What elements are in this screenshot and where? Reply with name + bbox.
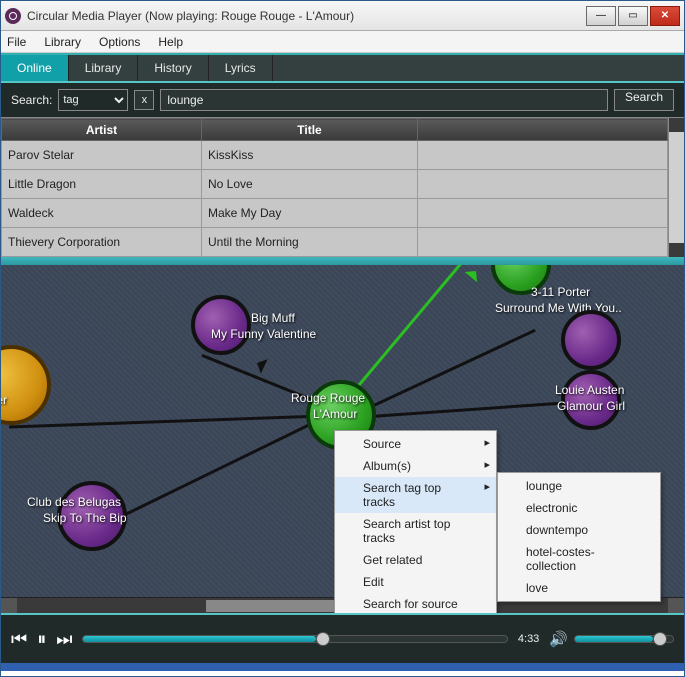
edge bbox=[109, 420, 317, 524]
sub-tag[interactable]: lounge bbox=[498, 475, 660, 497]
graph-node[interactable] bbox=[191, 295, 251, 355]
search-button[interactable]: Search bbox=[614, 89, 674, 111]
node-label: Louie Austen bbox=[555, 383, 624, 397]
col-title[interactable]: Title bbox=[202, 119, 418, 141]
seek-fill bbox=[83, 636, 316, 642]
time-total: 4:33 bbox=[518, 633, 539, 645]
arrowhead-icon bbox=[465, 265, 488, 282]
volume-fill bbox=[575, 636, 653, 642]
tab-lyrics[interactable]: Lyrics bbox=[209, 55, 273, 81]
node-label: Glamour Girl bbox=[557, 399, 625, 413]
titlebar[interactable]: Circular Media Player (Now playing: Roug… bbox=[1, 1, 684, 31]
ctx-edit[interactable]: Edit bbox=[335, 571, 496, 593]
search-mode-select[interactable]: tag bbox=[58, 89, 128, 111]
ctx-search-artist-top[interactable]: Search artist top tracks bbox=[335, 513, 496, 549]
ctx-search-tag-top[interactable]: Search tag top tracks bbox=[335, 477, 496, 513]
speaker-icon[interactable]: 🔊 bbox=[549, 630, 568, 648]
seek-slider[interactable] bbox=[82, 635, 507, 643]
search-row: Search: tag x Search bbox=[1, 83, 684, 117]
graph-node[interactable] bbox=[561, 310, 621, 370]
edge bbox=[362, 329, 535, 412]
sub-tag[interactable]: hotel-costes-collection bbox=[498, 541, 660, 577]
results-table: Artist Title Parov StelarKissKiss Little… bbox=[1, 118, 668, 257]
menu-help[interactable]: Help bbox=[158, 35, 183, 49]
window-title: Circular Media Player (Now playing: Roug… bbox=[27, 9, 586, 23]
bottom-accent bbox=[1, 663, 684, 671]
table-row[interactable]: WaldeckMake My Day bbox=[2, 199, 668, 228]
node-label: Rouge Rouge bbox=[291, 391, 365, 405]
results-table-wrap: Artist Title Parov StelarKissKiss Little… bbox=[1, 117, 684, 257]
tab-bar: Online Library History Lyrics bbox=[1, 53, 684, 83]
menu-library[interactable]: Library bbox=[44, 35, 81, 49]
node-label: My Funny Valentine bbox=[211, 327, 316, 341]
volume-knob[interactable] bbox=[653, 632, 667, 646]
graph-view[interactable]: d loser Big Muff My Funny Valentine 3-11… bbox=[1, 265, 684, 613]
app-window: Circular Media Player (Now playing: Roug… bbox=[0, 0, 685, 677]
table-row[interactable]: Thievery CorporationUntil the Morning bbox=[2, 228, 668, 257]
close-button[interactable]: ✕ bbox=[650, 6, 680, 26]
col-blank bbox=[418, 119, 668, 141]
node-label: Skip To The Bip bbox=[43, 511, 127, 525]
scroll-left-icon[interactable] bbox=[1, 598, 17, 613]
edge bbox=[371, 400, 581, 418]
col-artist[interactable]: Artist bbox=[2, 119, 202, 141]
node-label: Big Muff bbox=[251, 311, 295, 325]
table-row[interactable]: Parov StelarKissKiss bbox=[2, 141, 668, 170]
node-label: Club des Belugas bbox=[27, 495, 121, 509]
node-label: 3-11 Porter bbox=[531, 285, 590, 299]
graph-node[interactable] bbox=[1, 345, 51, 425]
node-label: loser bbox=[1, 393, 7, 407]
scroll-right-icon[interactable] bbox=[668, 598, 684, 613]
node-label: L'Amour bbox=[313, 407, 357, 421]
ctx-get-related[interactable]: Get related bbox=[335, 549, 496, 571]
tab-library[interactable]: Library bbox=[69, 55, 139, 81]
arrowhead-icon bbox=[246, 352, 267, 373]
sub-tag[interactable]: electronic bbox=[498, 497, 660, 519]
pane-divider[interactable] bbox=[1, 257, 684, 265]
search-label: Search: bbox=[11, 93, 52, 107]
volume-slider[interactable] bbox=[574, 635, 674, 643]
window-controls: — ▭ ✕ bbox=[586, 6, 680, 26]
pause-button[interactable]: ⏸ bbox=[37, 629, 46, 650]
search-input[interactable] bbox=[160, 89, 608, 111]
sub-tag[interactable]: downtempo bbox=[498, 519, 660, 541]
context-menu: Source Album(s) Search tag top tracks Se… bbox=[334, 430, 497, 613]
table-row[interactable]: Little DragonNo Love bbox=[2, 170, 668, 199]
sub-tag[interactable]: love bbox=[498, 577, 660, 599]
table-scrollbar[interactable] bbox=[668, 118, 684, 257]
minimize-button[interactable]: — bbox=[586, 6, 616, 26]
tab-history[interactable]: History bbox=[138, 55, 208, 81]
edge bbox=[9, 415, 309, 428]
maximize-button[interactable]: ▭ bbox=[618, 6, 648, 26]
menubar: File Library Options Help bbox=[1, 31, 684, 53]
tab-online[interactable]: Online bbox=[1, 55, 69, 81]
seek-knob[interactable] bbox=[316, 632, 330, 646]
context-submenu: lounge electronic downtempo hotel-costes… bbox=[497, 472, 661, 602]
prev-button[interactable]: ⏮ bbox=[11, 629, 27, 650]
ctx-albums[interactable]: Album(s) bbox=[335, 455, 496, 477]
volume-control: 🔊 bbox=[549, 630, 674, 648]
next-button[interactable]: ⏭ bbox=[56, 629, 72, 650]
player-bar: ⏮ ⏸ ⏭ 4:33 🔊 bbox=[1, 613, 684, 663]
ctx-source[interactable]: Source bbox=[335, 433, 496, 455]
app-icon bbox=[5, 8, 21, 24]
ctx-search-source[interactable]: Search for source bbox=[335, 593, 496, 613]
menu-file[interactable]: File bbox=[7, 35, 26, 49]
menu-options[interactable]: Options bbox=[99, 35, 140, 49]
clear-search-button[interactable]: x bbox=[134, 90, 154, 110]
